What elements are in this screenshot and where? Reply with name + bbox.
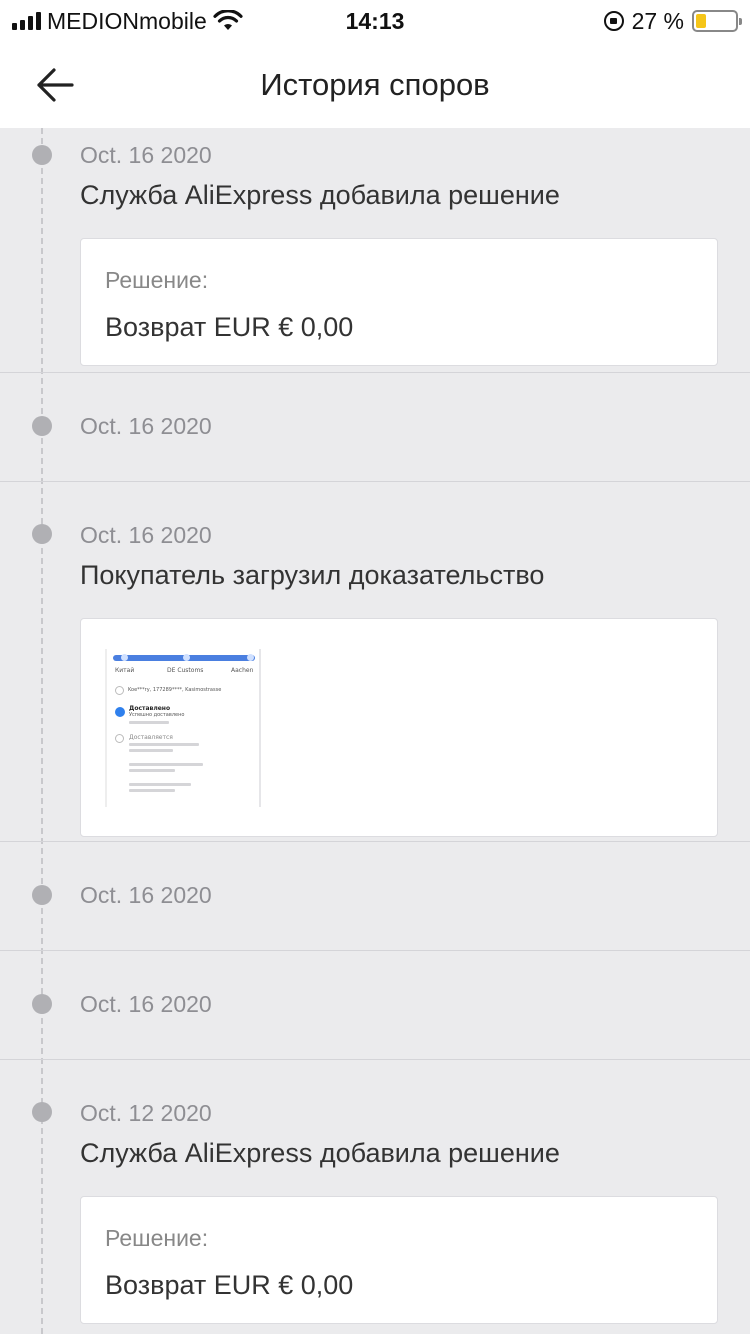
timeline-entry: Oct. 16 2020 Покупатель загрузил доказат… (0, 482, 750, 842)
timeline-dot (32, 1102, 52, 1122)
thumb-line (129, 769, 175, 772)
timeline-dot (32, 994, 52, 1014)
thumb-radio (115, 686, 124, 695)
battery-icon (692, 10, 742, 32)
resolution-card: Решение: Возврат EUR € 0,00 (80, 238, 718, 366)
battery-percent: 27 % (631, 7, 684, 34)
navigation-bar: История споров (0, 42, 750, 128)
timeline-dot (32, 416, 52, 436)
thumb-line (129, 789, 175, 792)
entry-date: Oct. 16 2020 (80, 991, 212, 1017)
thumb-radio (115, 734, 124, 743)
timeline-dot (32, 145, 52, 165)
thumb-tab-right: Aachen (231, 667, 254, 674)
timeline-entry: Oct. 12 2020 Служба AliExpress добавила … (0, 1060, 750, 1334)
dispute-history-timeline: Oct. 16 2020 Служба AliExpress добавила … (0, 128, 750, 1334)
thumb-line (129, 749, 173, 752)
status-bar-left: MEDIONmobile (12, 8, 243, 35)
thumb-line (129, 763, 203, 766)
battery-fill (696, 14, 707, 28)
thumb-status-transit: Доставляется (129, 734, 173, 741)
entry-date: Oct. 12 2020 (80, 1100, 212, 1126)
entry-date: Oct. 16 2020 (80, 882, 212, 908)
arrow-left-icon (37, 68, 74, 102)
timeline-dot (32, 885, 52, 905)
orientation-lock-icon (603, 11, 624, 31)
evidence-thumbnail[interactable]: Китай DE Customs Aachen Koe***ry, 177289… (105, 649, 261, 807)
entry-title: Служба AliExpress добавила решение (80, 180, 560, 210)
thumb-check-icon (115, 707, 125, 717)
entry-date: Oct. 16 2020 (80, 142, 212, 168)
resolution-value: Возврат EUR € 0,00 (105, 1270, 354, 1300)
cellular-signal-icon (12, 12, 41, 30)
thumb-progress-bar (113, 654, 255, 661)
resolution-value: Возврат EUR € 0,00 (105, 312, 354, 342)
thumb-track-line: Koe***ry, 177289****, Kasimostrasse (128, 687, 222, 693)
entry-date: Oct. 16 2020 (80, 522, 212, 548)
timeline-entry: Oct. 16 2020 (0, 951, 750, 1060)
wifi-icon (213, 10, 243, 30)
evidence-card: Китай DE Customs Aachen Koe***ry, 177289… (80, 618, 718, 837)
status-bar-right: 27 % (603, 7, 742, 35)
resolution-label: Решение: (105, 1225, 209, 1251)
resolution-card: Решение: Возврат EUR € 0,00 (80, 1196, 718, 1324)
thumb-line (129, 721, 169, 724)
thumb-line (129, 783, 191, 786)
thumb-line (129, 743, 199, 746)
entry-title: Покупатель загрузил доказательство (80, 560, 545, 590)
status-bar: MEDIONmobile 14:13 27 % (0, 0, 750, 42)
thumb-status-done-sub: Успешно доставлено (129, 712, 185, 718)
carrier-name: MEDIONmobile (47, 7, 207, 34)
page-title: История споров (260, 67, 490, 102)
thumb-status-done: Доставлено (129, 705, 171, 712)
timeline-dot (32, 524, 52, 544)
timeline-entry: Oct. 16 2020 (0, 842, 750, 951)
entry-title: Служба AliExpress добавила решение (80, 1138, 560, 1168)
back-button[interactable] (30, 62, 80, 108)
entry-date: Oct. 16 2020 (80, 413, 212, 439)
timeline-entry: Oct. 16 2020 Служба AliExpress добавила … (0, 128, 750, 373)
resolution-label: Решение: (105, 267, 209, 293)
thumb-tab-left: Китай (115, 667, 135, 674)
timeline-entry: Oct. 16 2020 (0, 373, 750, 482)
thumb-tab-mid: DE Customs (167, 667, 204, 674)
